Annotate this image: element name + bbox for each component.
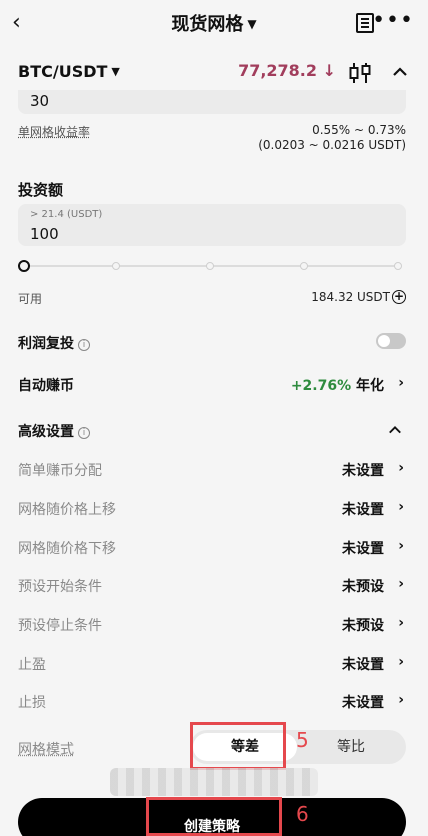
investment-label: 投资额 <box>18 179 63 200</box>
annotation-box <box>146 797 282 836</box>
advanced-item-label: 止盈 <box>18 654 46 674</box>
advanced-item-row[interactable]: 简单赚币分配 未设置 › <box>18 458 406 482</box>
auto-earn-label: 自动赚币 <box>18 375 74 395</box>
annotation-label: 5 <box>296 728 309 752</box>
annotation-box <box>190 722 286 770</box>
advanced-item-value: 未预设 <box>342 615 384 635</box>
advanced-item-row[interactable]: 止盈 未设置 › <box>18 652 406 676</box>
redacted-area <box>110 768 318 796</box>
chevron-right-icon: › <box>398 460 404 476</box>
slider-mark <box>300 262 308 270</box>
advanced-item-label: 简单赚币分配 <box>18 460 102 480</box>
chevron-right-icon: › <box>398 499 404 515</box>
chevron-right-icon: › <box>398 654 404 670</box>
slider-mark <box>206 262 214 270</box>
caret-down-icon: ▼ <box>111 65 119 78</box>
advanced-item-row[interactable]: 止损 未设置 › <box>18 690 406 714</box>
advanced-item-row[interactable]: 预设开始条件 未预设 › <box>18 574 406 598</box>
available-value: 184.32 USDT <box>311 290 390 304</box>
advanced-settings-label: 高级设置 i <box>18 421 90 441</box>
advanced-item-label: 预设停止条件 <box>18 615 102 635</box>
pair-selector[interactable]: BTC/USDT ▼ <box>18 62 120 81</box>
current-price: 77,278.2 ↓ <box>238 61 336 80</box>
info-icon[interactable]: i <box>78 427 90 439</box>
profit-compound-row: 利润复投 i <box>18 331 406 355</box>
pair-row: BTC/USDT ▼ 77,278.2 ↓ <box>0 58 428 90</box>
advanced-item-label: 网格随价格上移 <box>18 499 116 519</box>
advanced-item-value: 未设置 <box>342 460 384 480</box>
add-funds-icon[interactable]: + <box>392 290 406 304</box>
advanced-item-row[interactable]: 预设停止条件 未预设 › <box>18 613 406 637</box>
slider-mark <box>112 262 120 270</box>
chevron-right-icon: › <box>398 692 404 708</box>
grid-count-input[interactable]: 30 <box>18 90 406 114</box>
chevron-right-icon: › <box>398 538 404 554</box>
advanced-item-row[interactable]: 网格随价格上移 未设置 › <box>18 497 406 521</box>
investment-value: 100 <box>30 225 59 243</box>
advanced-item-value: 未设置 <box>342 538 384 558</box>
slider-mark <box>394 262 402 270</box>
auto-earn-suffix: 年化 <box>356 378 384 394</box>
header: ‹ 现货网格 ▼ ••• <box>0 0 428 46</box>
advanced-item-value: 未设置 <box>342 499 384 519</box>
investment-slider[interactable] <box>18 259 406 273</box>
profit-usdt-range: (0.0203 ~ 0.0216 USDT) <box>258 138 406 152</box>
slider-knob[interactable] <box>18 260 30 272</box>
available-label: 可用 <box>18 290 42 307</box>
candlestick-icon[interactable] <box>348 62 372 84</box>
grid-mode-label: 网格模式 <box>18 739 74 759</box>
chevron-up-icon[interactable] <box>392 64 408 80</box>
chevron-right-icon: › <box>398 375 404 391</box>
advanced-item-value: 未设置 <box>342 692 384 712</box>
profit-compound-toggle[interactable] <box>376 333 406 349</box>
more-icon[interactable]: ••• <box>372 10 414 32</box>
annotation-label: 6 <box>296 802 309 826</box>
advanced-settings-header[interactable]: 高级设置 i <box>18 419 406 443</box>
advanced-item-value: 未设置 <box>342 654 384 674</box>
pair-name: BTC/USDT <box>18 62 107 81</box>
info-icon[interactable]: i <box>78 339 90 351</box>
auto-earn-rate: +2.76% <box>291 378 351 394</box>
advanced-item-value: 未预设 <box>342 576 384 596</box>
profit-compound-label: 利润复投 i <box>18 333 90 353</box>
grid-count-value: 30 <box>30 92 49 110</box>
profit-per-grid-label: 单网格收益率 <box>18 123 90 140</box>
advanced-item-label: 止损 <box>18 692 46 712</box>
auto-earn-row[interactable]: 自动赚币 +2.76% 年化 › <box>18 373 406 397</box>
advanced-item-row[interactable]: 网格随价格下移 未设置 › <box>18 536 406 560</box>
advanced-item-label: 预设开始条件 <box>18 576 102 596</box>
page-title: 现货网格 <box>171 14 243 35</box>
chevron-right-icon: › <box>398 615 404 631</box>
investment-hint: > 21.4 (USDT) <box>30 209 102 220</box>
chevron-up-icon[interactable] <box>388 423 402 437</box>
chevron-right-icon: › <box>398 576 404 592</box>
grid-mode-geometric[interactable]: 等比 <box>299 733 403 761</box>
advanced-item-label: 网格随价格下移 <box>18 538 116 558</box>
auto-earn-value: +2.76% 年化 <box>291 375 384 395</box>
investment-input[interactable]: > 21.4 (USDT) 100 <box>18 204 406 246</box>
caret-down-icon: ▼ <box>247 17 256 31</box>
profit-percent-range: 0.55% ~ 0.73% <box>312 123 406 137</box>
